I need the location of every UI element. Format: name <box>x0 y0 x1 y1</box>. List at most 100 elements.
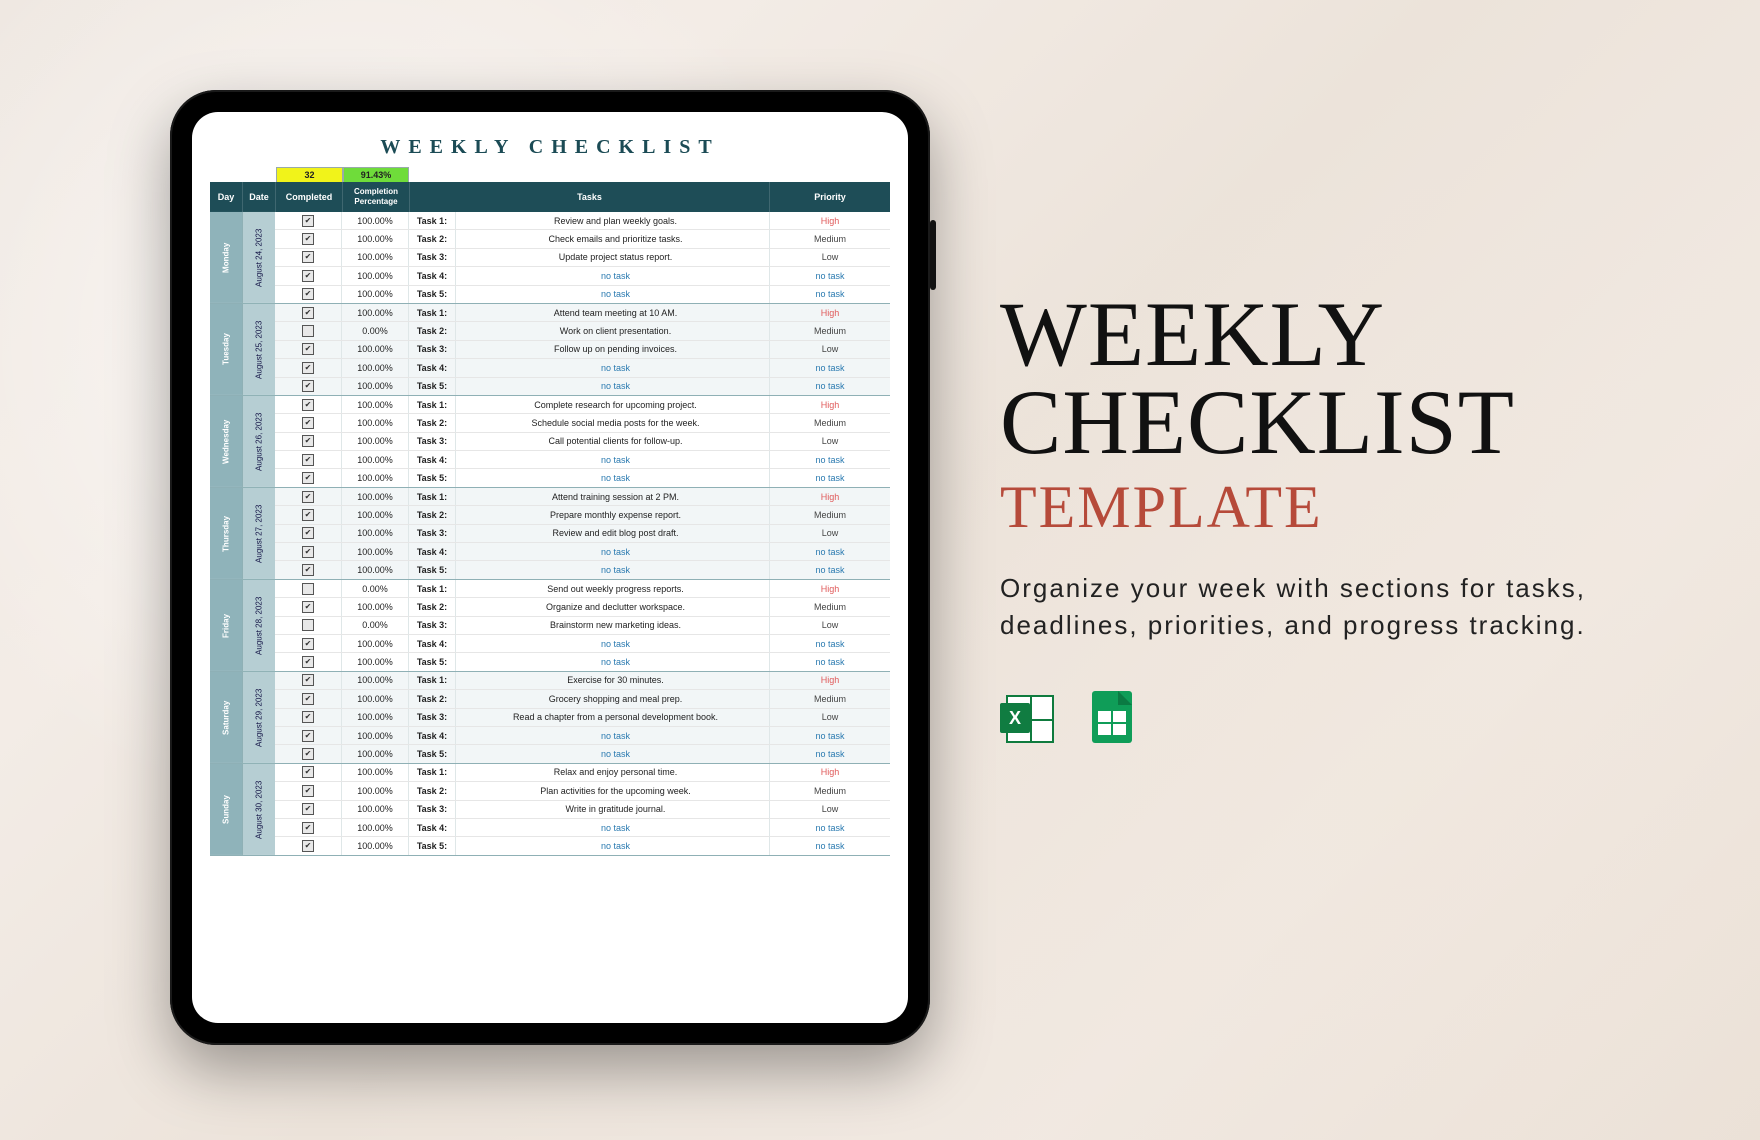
checkbox[interactable] <box>302 380 314 392</box>
task-row: 100.00%Task 3:Review and edit blog post … <box>275 525 890 543</box>
checkbox[interactable] <box>302 343 314 355</box>
completed-cell <box>275 378 342 395</box>
checkbox[interactable] <box>302 509 314 521</box>
completed-cell <box>275 433 342 450</box>
checkbox[interactable] <box>302 803 314 815</box>
checkbox[interactable] <box>302 399 314 411</box>
task-row: 100.00%Task 1:Complete research for upco… <box>275 396 890 414</box>
priority-cell: Low <box>770 249 890 266</box>
priority-cell: Medium <box>770 230 890 247</box>
task-desc: Relax and enjoy personal time. <box>456 764 770 781</box>
task-row: 100.00%Task 2:Organize and declutter wor… <box>275 598 890 616</box>
completed-cell <box>275 525 342 542</box>
completed-cell <box>275 561 342 578</box>
task-desc: Brainstorm new marketing ideas. <box>456 617 770 634</box>
task-label: Task 1: <box>409 580 456 597</box>
checkbox[interactable] <box>302 822 314 834</box>
header-row: Day Date Completed Completion Percentage… <box>210 182 890 212</box>
checkbox[interactable] <box>302 270 314 282</box>
task-desc: Grocery shopping and meal prep. <box>456 690 770 707</box>
checkbox[interactable] <box>302 601 314 613</box>
checkbox[interactable] <box>302 619 314 631</box>
percent-cell: 100.00% <box>342 525 409 542</box>
completed-cell <box>275 598 342 615</box>
task-row: 100.00%Task 3:Call potential clients for… <box>275 433 890 451</box>
checkbox[interactable] <box>302 674 314 686</box>
task-row: 100.00%Task 1:Exercise for 30 minutes.Hi… <box>275 672 890 690</box>
checkbox[interactable] <box>302 417 314 429</box>
task-label: Task 5: <box>409 837 456 854</box>
completed-cell <box>275 506 342 523</box>
task-desc: Exercise for 30 minutes. <box>456 672 770 689</box>
checkbox[interactable] <box>302 527 314 539</box>
task-label: Task 5: <box>409 286 456 303</box>
subhead: TEMPLATE <box>1000 473 1680 542</box>
task-desc: no task <box>456 561 770 578</box>
task-label: Task 2: <box>409 690 456 707</box>
marketing-block: WEEKLY CHECKLIST TEMPLATE Organize your … <box>1000 290 1680 745</box>
completed-cell <box>275 359 342 376</box>
checkbox[interactable] <box>302 307 314 319</box>
checkbox[interactable] <box>302 546 314 558</box>
day-block: FridayAugust 28, 20230.00%Task 1:Send ou… <box>210 580 890 672</box>
percent-cell: 100.00% <box>342 267 409 284</box>
task-label: Task 3: <box>409 525 456 542</box>
percent-cell: 100.00% <box>342 212 409 229</box>
task-label: Task 3: <box>409 617 456 634</box>
checkbox[interactable] <box>302 472 314 484</box>
checkbox[interactable] <box>302 766 314 778</box>
checkbox[interactable] <box>302 564 314 576</box>
checkbox[interactable] <box>302 583 314 595</box>
completed-cell <box>275 322 342 339</box>
checkbox[interactable] <box>302 215 314 227</box>
task-desc: Review and edit blog post draft. <box>456 525 770 542</box>
task-row: 100.00%Task 4:no taskno task <box>275 359 890 377</box>
checkbox[interactable] <box>302 730 314 742</box>
hdr-day: Day <box>210 182 243 212</box>
day-date: August 29, 2023 <box>242 672 275 763</box>
checkbox[interactable] <box>302 491 314 503</box>
checkbox[interactable] <box>302 454 314 466</box>
hdr-percent-l1: Completion <box>354 187 398 197</box>
checkbox[interactable] <box>302 435 314 447</box>
checkbox[interactable] <box>302 233 314 245</box>
percent-cell: 100.00% <box>342 506 409 523</box>
task-row: 0.00%Task 2:Work on client presentation.… <box>275 322 890 340</box>
task-desc: no task <box>456 819 770 836</box>
checkbox[interactable] <box>302 785 314 797</box>
checkbox[interactable] <box>302 693 314 705</box>
task-row: 100.00%Task 4:no taskno task <box>275 267 890 285</box>
checkbox[interactable] <box>302 840 314 852</box>
task-label: Task 4: <box>409 359 456 376</box>
checkbox[interactable] <box>302 711 314 723</box>
checkbox[interactable] <box>302 325 314 337</box>
task-desc: no task <box>456 837 770 854</box>
task-label: Task 2: <box>409 230 456 247</box>
checkbox[interactable] <box>302 251 314 263</box>
day-name: Sunday <box>210 764 242 855</box>
checkbox[interactable] <box>302 638 314 650</box>
task-desc: no task <box>456 653 770 670</box>
percent-cell: 100.00% <box>342 690 409 707</box>
percent-cell: 0.00% <box>342 322 409 339</box>
task-row: 0.00%Task 3:Brainstorm new marketing ide… <box>275 617 890 635</box>
task-desc: no task <box>456 745 770 762</box>
task-desc: Plan activities for the upcoming week. <box>456 782 770 799</box>
priority-cell: Medium <box>770 506 890 523</box>
task-row: 100.00%Task 5:no taskno task <box>275 378 890 395</box>
percent-cell: 100.00% <box>342 396 409 413</box>
checkbox[interactable] <box>302 748 314 760</box>
completed-cell <box>275 782 342 799</box>
checkbox[interactable] <box>302 288 314 300</box>
completed-cell <box>275 451 342 468</box>
priority-cell: High <box>770 488 890 505</box>
priority-cell: Low <box>770 341 890 358</box>
checkbox[interactable] <box>302 362 314 374</box>
checkbox[interactable] <box>302 656 314 668</box>
percent-cell: 100.00% <box>342 561 409 578</box>
hdr-completed: Completed <box>276 182 343 212</box>
hdr-date: Date <box>243 182 276 212</box>
day-block: TuesdayAugust 25, 2023100.00%Task 1:Atte… <box>210 304 890 396</box>
percent-cell: 0.00% <box>342 617 409 634</box>
completed-cell <box>275 488 342 505</box>
